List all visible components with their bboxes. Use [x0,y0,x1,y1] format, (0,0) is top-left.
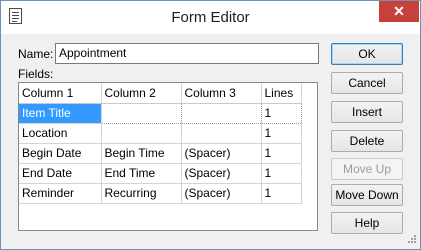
table-row[interactable]: Begin Date Begin Time (Spacer) 1 [19,143,302,164]
column-header[interactable]: Column 1 [19,83,102,104]
grid-cell[interactable]: (Spacer) [181,143,262,164]
grid-cell[interactable]: Begin Time [101,143,182,164]
column-header[interactable]: Column 2 [101,83,182,104]
grid-cell[interactable] [181,123,262,144]
delete-button[interactable]: Delete [331,130,403,152]
grid-cell[interactable] [100,102,182,124]
name-label: Name: [18,47,54,61]
grid-cell[interactable]: 1 [261,143,302,164]
grid-cell[interactable]: Location [19,123,102,144]
table-row[interactable]: Reminder Recurring (Spacer) 1 [19,183,302,204]
insert-button[interactable]: Insert [331,101,403,123]
grid-cell[interactable]: End Time [101,163,182,184]
cancel-button[interactable]: Cancel [331,72,403,94]
grid-cell[interactable]: Begin Date [19,143,102,164]
move-down-button[interactable]: Move Down [331,184,403,206]
table-row[interactable]: Location 1 [19,123,302,144]
grid-cell[interactable]: Item Title [19,103,102,124]
grid-cell[interactable]: (Spacer) [181,163,262,184]
close-icon: ✕ [393,3,405,19]
grid-cell[interactable]: End Date [19,163,102,184]
help-button[interactable]: Help [331,212,403,234]
move-up-button[interactable]: Move Up [331,158,403,180]
grid-cell[interactable] [180,102,262,124]
resize-grip-icon[interactable] [405,234,417,246]
column-header[interactable]: Column 3 [181,83,262,104]
table-row[interactable]: End Date End Time (Spacer) 1 [19,163,302,184]
grid-cell[interactable] [101,123,182,144]
grid-cell[interactable]: 1 [261,183,302,204]
grid-cell[interactable]: 1 [261,163,302,184]
grid-header-row: Column 1 Column 2 Column 3 Lines [19,83,302,104]
grid-cell[interactable]: 1 [260,102,302,124]
fields-grid[interactable]: Column 1 Column 2 Column 3 Lines Item Ti… [18,82,318,231]
grid-cell[interactable]: Recurring [101,183,182,204]
ok-button[interactable]: OK [331,43,403,65]
grid-cell[interactable]: Reminder [19,183,102,204]
window-title: Form Editor [171,9,250,26]
name-input[interactable]: Appointment [55,43,319,64]
column-header[interactable]: Lines [261,83,302,104]
grid-cell[interactable]: 1 [261,123,302,144]
form-editor-window: Form Editor ✕ Name: Appointment Fields: … [0,0,421,250]
close-button[interactable]: ✕ [379,1,419,22]
table-row[interactable]: Item Title 1 [19,102,302,124]
fields-label: Fields: [18,67,54,81]
grid-cell[interactable]: (Spacer) [181,183,262,204]
title-bar[interactable]: Form Editor ✕ [1,1,420,34]
